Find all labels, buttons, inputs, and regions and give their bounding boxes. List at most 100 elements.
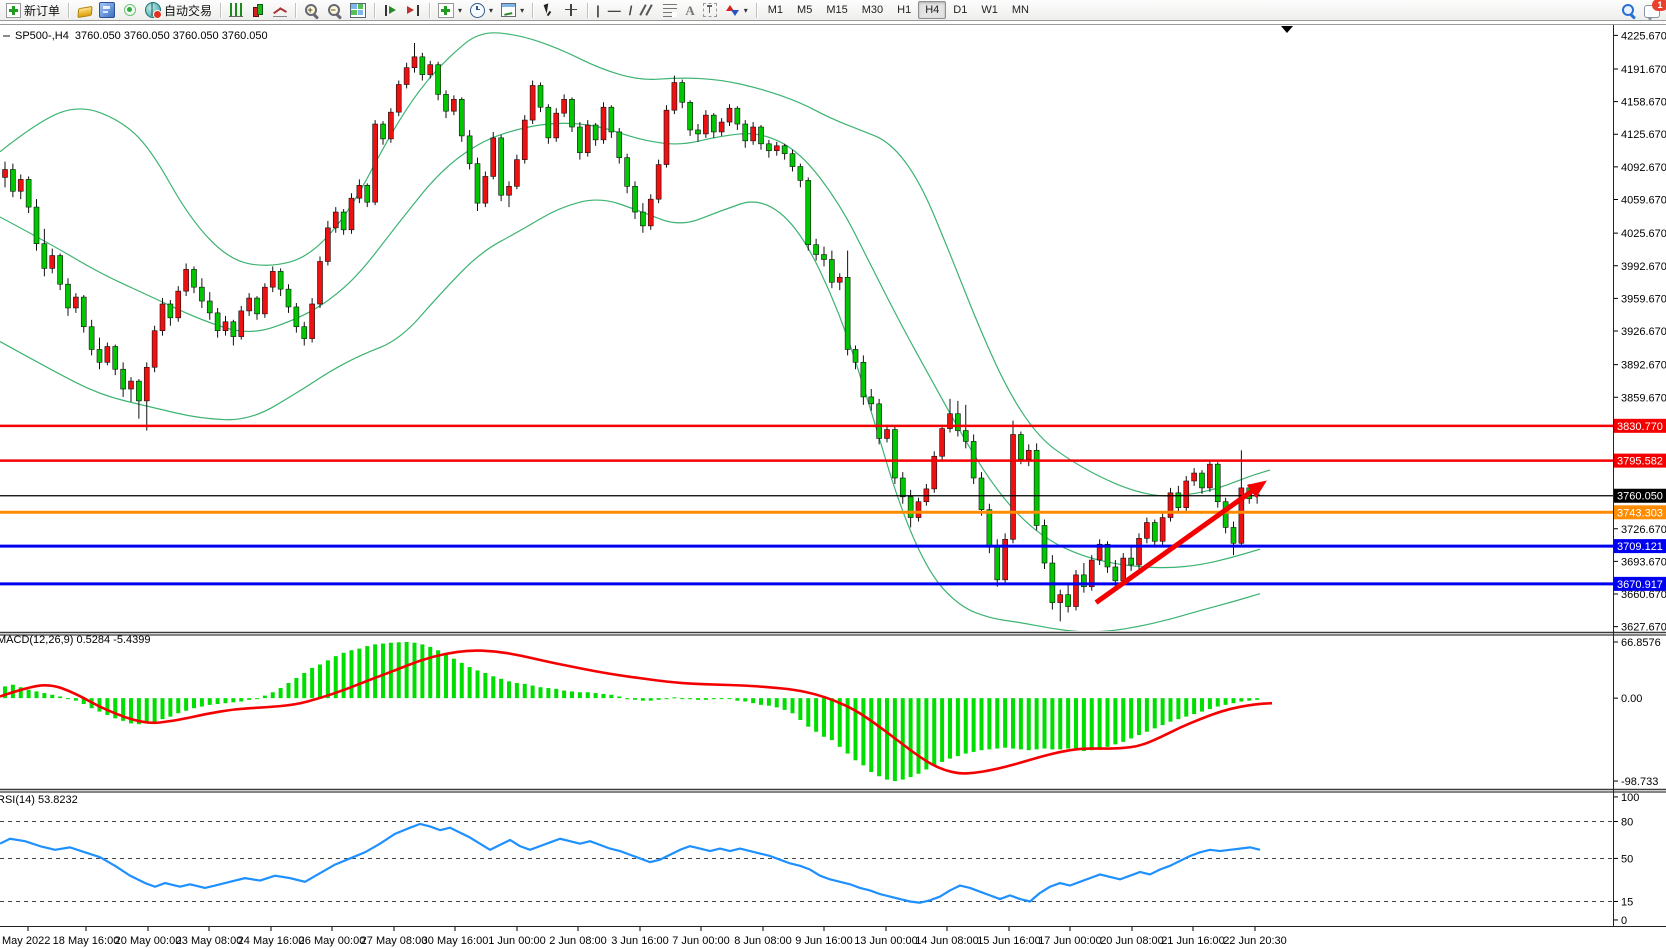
svg-text:4225.670: 4225.670 [1621,30,1666,42]
svg-text:3859.670: 3859.670 [1621,392,1666,404]
chevron-down-icon[interactable]: ▾ [489,6,493,15]
autotrading-icon [145,2,161,18]
zoom-out-button[interactable]: − [323,0,346,21]
svg-text:3830.770: 3830.770 [1617,421,1663,433]
svg-text:14 Jun 08:00: 14 Jun 08:00 [915,935,979,947]
svg-text:-98.733: -98.733 [1621,776,1658,788]
fibonacci-button[interactable] [659,0,681,21]
tile-windows-button[interactable] [346,0,370,21]
svg-text:4191.670: 4191.670 [1621,64,1666,76]
indicator-axes: 66.85760.00-98.7331008050150 [1614,637,1661,927]
svg-text:23 May 08:00: 23 May 08:00 [176,935,243,947]
line-chart-button[interactable] [269,0,291,21]
svg-text:3709.121: 3709.121 [1617,541,1663,553]
candlestick-chart-icon [251,3,265,17]
horizontal-line-button[interactable]: — [604,0,625,21]
crosshair-button[interactable] [560,0,583,21]
price-lines [0,426,1613,584]
cursor-button[interactable] [537,0,560,21]
svg-text:30 May 16:00: 30 May 16:00 [422,935,489,947]
signal-icon[interactable] [119,0,141,21]
toolbar-separator [220,3,221,18]
timeframe-w1-button[interactable]: W1 [974,1,1005,19]
equidistant-channel-icon [640,3,655,18]
profile-icon[interactable] [73,0,95,21]
templates-button[interactable]: ▾ [497,0,528,21]
svg-text:3892.670: 3892.670 [1621,360,1666,372]
equidistant-channel-button[interactable] [636,0,659,21]
zoom-in-button[interactable]: + [300,0,323,21]
bar-chart-button[interactable] [225,0,247,21]
rsi-layer [0,824,1260,903]
trendline-button[interactable]: / [625,0,637,21]
templates-icon [501,3,516,17]
svg-text:3992.670: 3992.670 [1621,261,1666,273]
timeframe-d1-button[interactable]: D1 [946,1,974,19]
svg-text:50: 50 [1621,853,1633,865]
chat-icon[interactable]: 1 [1640,0,1664,21]
toolbar-separator [587,3,588,18]
time-axis: May 202218 May 16:0020 May 00:0023 May 0… [2,927,1287,947]
signal-icon-icon [123,3,137,17]
timeframe-h1-button[interactable]: H1 [890,1,918,19]
chart-canvas[interactable]: 4225.6704191.6704158.6704125.6704092.670… [0,21,1666,948]
svg-text:2 Jun 08:00: 2 Jun 08:00 [549,935,607,947]
auto-scroll-icon [383,3,398,18]
bollinger-bands [0,33,1270,632]
svg-text:3760.050: 3760.050 [1617,491,1663,503]
bollinger-middle-band [0,123,1260,567]
svg-text:0: 0 [1621,915,1627,927]
svg-text:80: 80 [1621,817,1633,829]
vertical-line-button[interactable]: | [592,0,604,21]
search-icon[interactable] [1617,0,1640,21]
indicators-button[interactable]: ▾ [434,0,466,21]
svg-text:18 May 16:00: 18 May 16:00 [53,935,120,947]
text-label-icon [703,3,717,17]
text-button[interactable]: A [681,0,698,21]
svg-text:3693.670: 3693.670 [1621,556,1666,568]
chart-shift-button[interactable] [402,0,425,21]
toolbar-separator [756,3,757,18]
svg-text:22 Jun 20:30: 22 Jun 20:30 [1223,935,1287,947]
chart-area[interactable]: 4225.6704191.6704158.6704125.6704092.670… [0,21,1666,948]
indicators-icon [438,3,454,18]
timeframe-m5-button[interactable]: M5 [790,1,819,19]
arrows-button[interactable]: ▾ [721,0,752,21]
timeframe-m15-button[interactable]: M15 [819,1,854,19]
crosshair-icon [564,3,579,18]
svg-text:4059.670: 4059.670 [1621,195,1666,207]
toolbar-separator [374,3,375,18]
timeframe-mn-button[interactable]: MN [1005,1,1036,19]
chevron-down-icon[interactable]: ▾ [744,6,748,15]
text-label-button[interactable] [699,0,721,21]
svg-text:9 Jun 16:00: 9 Jun 16:00 [795,935,853,947]
svg-text:0.00: 0.00 [1621,693,1642,705]
search-icon-icon [1621,3,1636,18]
toolbar-separator [68,3,69,18]
autotrading-button[interactable]: 自动交易 [141,0,216,21]
svg-text:13 Jun 00:00: 13 Jun 00:00 [854,935,918,947]
new-order-icon [6,3,21,18]
svg-text:4025.670: 4025.670 [1621,228,1666,240]
auto-scroll-button[interactable] [379,0,402,21]
chart-shift-marker[interactable] [1281,26,1293,33]
toolbar: 新订单 自动交易 +− ▾ ▾ ▾ |—/ A ▾ M1M5M15M30H1H4D1W1MN 1 [0,0,1666,21]
candlestick-chart-button[interactable] [247,0,269,21]
timeframe-h4-button[interactable]: H4 [918,1,946,19]
periods-button[interactable]: ▾ [466,0,497,21]
svg-text:3627.670: 3627.670 [1621,622,1666,634]
chevron-down-icon[interactable]: ▾ [520,6,524,15]
chevron-down-icon[interactable]: ▾ [458,6,462,15]
autotrading-button-label: 自动交易 [164,2,212,19]
macd-signal-line [0,651,1272,774]
new-order-button[interactable]: 新订单 [2,0,64,21]
toolbar-separator [295,3,296,18]
svg-text:100: 100 [1621,792,1639,804]
svg-text:7 Jun 00:00: 7 Jun 00:00 [672,935,730,947]
svg-text:3670.917: 3670.917 [1617,579,1663,591]
text-icon: A [685,4,694,17]
timeframe-m30-button[interactable]: M30 [855,1,890,19]
market-watch-icon[interactable] [95,0,119,21]
svg-text:20 Jun 08:00: 20 Jun 08:00 [1100,935,1164,947]
timeframe-m1-button[interactable]: M1 [761,1,790,19]
